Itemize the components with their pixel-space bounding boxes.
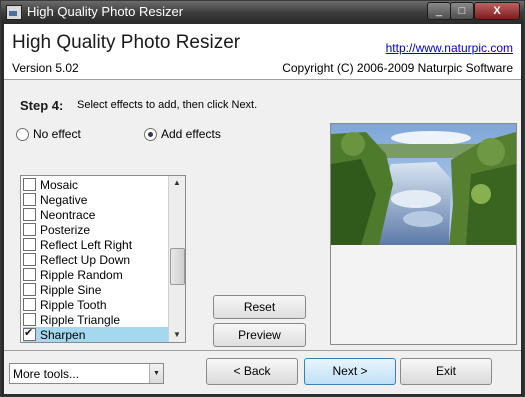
step-title: Step 4:	[20, 98, 64, 113]
version-label: Version 5.02	[12, 61, 79, 75]
effect-checkbox[interactable]	[23, 193, 36, 206]
app-title: High Quality Photo Resizer	[12, 32, 241, 53]
header-panel: High Quality Photo Resizer Version 5.02 …	[4, 24, 521, 80]
radio-add-effects-indicator[interactable]	[144, 127, 157, 141]
exit-button[interactable]: Exit	[400, 358, 492, 385]
effect-checkbox-checked[interactable]	[23, 326, 36, 341]
effect-item-neontrace[interactable]: Neontrace	[23, 207, 169, 222]
effect-checkbox[interactable]	[23, 253, 36, 266]
radio-add-effects-label: Add effects	[161, 127, 221, 141]
effect-item-reflect-left-right[interactable]: Reflect Left Right	[23, 237, 169, 252]
effect-label: Ripple Triangle	[40, 312, 121, 327]
copyright-label: Copyright (C) 2006-2009 Naturpic Softwar…	[282, 61, 513, 75]
effect-item-sharpen[interactable]: Sharpen	[23, 326, 169, 342]
more-tools-label: More tools...	[13, 367, 80, 381]
scroll-down-arrow-icon[interactable]: ▼	[169, 328, 185, 342]
effect-label: Neontrace	[40, 207, 96, 222]
reset-button[interactable]: Reset	[213, 295, 306, 319]
window-title: High Quality Photo Resizer	[27, 4, 184, 19]
effect-checkbox[interactable]	[23, 283, 36, 296]
radio-no-effect-label: No effect	[33, 127, 81, 141]
close-button[interactable]: X	[474, 2, 520, 20]
minimize-button[interactable]: _	[427, 2, 451, 20]
effect-item-ripple-sine[interactable]: Ripple Sine	[23, 282, 169, 297]
effect-label: Ripple Random	[40, 267, 123, 282]
effect-label: Reflect Left Right	[40, 237, 133, 252]
more-tools-dropdown[interactable]: More tools... ▼	[9, 363, 164, 384]
effect-item-negative[interactable]: Negative	[23, 192, 169, 207]
effect-checkbox[interactable]	[23, 178, 36, 191]
window-client: High Quality Photo Resizer Version 5.02 …	[4, 24, 521, 394]
chevron-down-icon[interactable]: ▼	[149, 364, 163, 383]
effects-scrollbar[interactable]: ▲ ▼	[168, 176, 185, 342]
effect-checkbox[interactable]	[23, 268, 36, 281]
scroll-thumb[interactable]	[170, 248, 185, 285]
effect-checkbox[interactable]	[23, 223, 36, 236]
preview-pane	[330, 123, 517, 345]
effect-checkbox[interactable]	[23, 208, 36, 221]
radio-no-effect-indicator[interactable]	[16, 127, 29, 141]
effect-checkbox[interactable]	[23, 313, 36, 326]
title-bar[interactable]: High Quality Photo Resizer _ □ X	[1, 1, 524, 23]
scroll-up-arrow-icon[interactable]: ▲	[169, 176, 185, 190]
effect-item-ripple-tooth[interactable]: Ripple Tooth	[23, 297, 169, 312]
effect-label: Negative	[40, 192, 88, 207]
effect-item-ripple-random[interactable]: Ripple Random	[23, 267, 169, 282]
app-icon	[6, 5, 22, 20]
back-button[interactable]: < Back	[206, 358, 298, 385]
effect-label: Mosaic	[40, 177, 79, 192]
preview-button[interactable]: Preview	[213, 323, 306, 347]
app-window: High Quality Photo Resizer _ □ X High Qu…	[0, 0, 525, 397]
effect-item-posterize[interactable]: Posterize	[23, 222, 169, 237]
radio-add-effects[interactable]: Add effects	[144, 127, 221, 141]
effect-checkbox[interactable]	[23, 298, 36, 311]
website-link[interactable]: http://www.naturpic.com	[386, 41, 513, 55]
effect-label: Sharpen	[40, 327, 86, 342]
footer-panel: More tools... ▼ < Back Next > Exit	[4, 350, 521, 394]
maximize-button[interactable]: □	[450, 2, 474, 20]
effect-item-ripple-triangle[interactable]: Ripple Triangle	[23, 312, 169, 327]
effect-item-reflect-up-down[interactable]: Reflect Up Down	[23, 252, 169, 267]
effect-checkbox[interactable]	[23, 238, 36, 251]
radio-no-effect[interactable]: No effect	[16, 127, 81, 141]
effect-label: Posterize	[40, 222, 91, 237]
effect-label: Reflect Up Down	[40, 252, 131, 267]
step-panel: Step 4: Select effects to add, then clic…	[4, 80, 521, 350]
effect-label: Ripple Sine	[40, 282, 102, 297]
step-description: Select effects to add, then click Next.	[77, 99, 258, 111]
effects-list[interactable]: Mosaic Negative Neontrace Posterize Refl…	[20, 175, 186, 343]
effect-label: Ripple Tooth	[40, 297, 107, 312]
next-button[interactable]: Next >	[304, 358, 396, 385]
effect-item-mosaic[interactable]: Mosaic	[23, 177, 169, 192]
preview-image	[331, 124, 516, 245]
